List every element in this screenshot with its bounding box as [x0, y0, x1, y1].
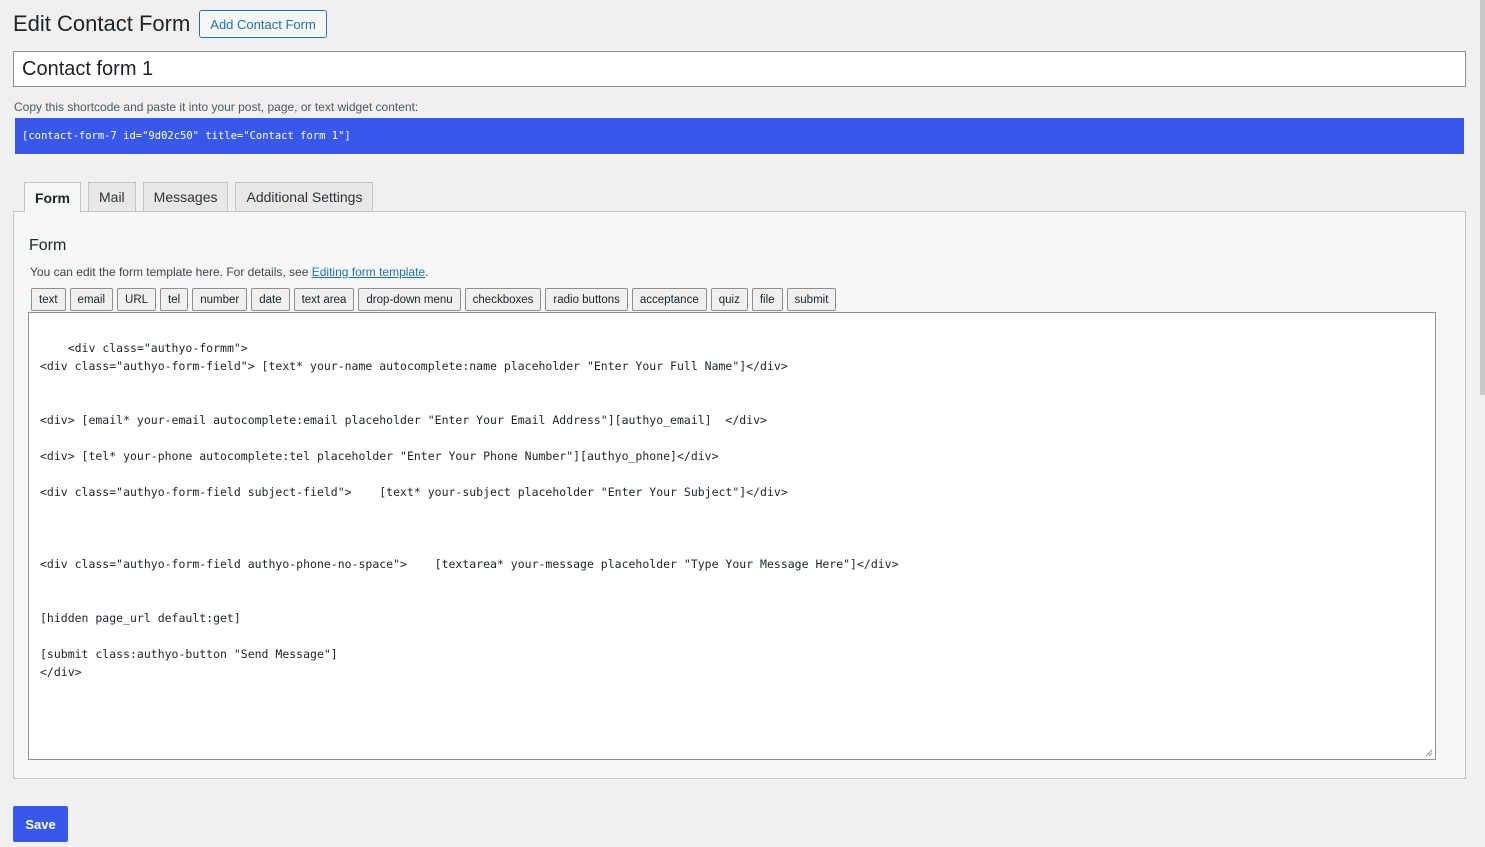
- tab-form[interactable]: Form: [24, 182, 81, 213]
- tag-button-text-area[interactable]: text area: [293, 288, 355, 311]
- form-template-editor[interactable]: <div class="authyo-formm"> <div class="a…: [28, 312, 1436, 760]
- form-panel: Form You can edit the form template here…: [13, 211, 1466, 779]
- tag-button-number[interactable]: number: [192, 288, 248, 311]
- save-button[interactable]: Save: [13, 806, 68, 842]
- page-scrollbar[interactable]: [1480, 0, 1485, 395]
- tag-button-quiz[interactable]: quiz: [710, 288, 748, 311]
- editing-form-template-link[interactable]: Editing form template: [312, 265, 425, 279]
- tag-button-email[interactable]: email: [69, 288, 114, 311]
- panel-description-suffix: .: [425, 265, 429, 279]
- page-title: Edit Contact Form: [13, 11, 191, 36]
- tab-messages[interactable]: Messages: [142, 182, 229, 212]
- form-title-input[interactable]: Contact form 1: [13, 51, 1466, 87]
- tag-generator-buttons: text email URL tel number date text area…: [31, 288, 837, 311]
- shortcode-label: Copy this shortcode and paste it into yo…: [14, 100, 419, 114]
- tab-mail[interactable]: Mail: [88, 182, 136, 212]
- shortcode-field[interactable]: [contact-form-7 id="9d02c50" title="Cont…: [15, 118, 1464, 154]
- panel-title: Form: [29, 237, 67, 254]
- form-template-text: <div class="authyo-formm"> <div class="a…: [40, 341, 899, 679]
- panel-description: You can edit the form template here. For…: [30, 265, 428, 279]
- tag-button-text[interactable]: text: [31, 288, 66, 311]
- page-header: Edit Contact Form Add Contact Form: [13, 9, 327, 39]
- tab-additional-settings[interactable]: Additional Settings: [235, 182, 374, 212]
- tag-button-tel[interactable]: tel: [160, 288, 189, 311]
- tag-button-checkboxes[interactable]: checkboxes: [464, 288, 542, 311]
- tag-button-submit[interactable]: submit: [786, 288, 837, 311]
- tag-button-acceptance[interactable]: acceptance: [631, 288, 707, 311]
- tag-button-url[interactable]: URL: [117, 288, 157, 311]
- tag-button-drop-down-menu[interactable]: drop-down menu: [358, 288, 461, 311]
- tag-button-date[interactable]: date: [251, 288, 290, 311]
- tag-button-file[interactable]: file: [751, 288, 783, 311]
- editor-tabs: Form Mail Messages Additional Settings: [24, 182, 374, 213]
- resize-handle-icon[interactable]: [1425, 749, 1433, 757]
- tag-button-radio-buttons[interactable]: radio buttons: [545, 288, 628, 311]
- panel-description-text: You can edit the form template here. For…: [30, 265, 312, 279]
- add-contact-form-button[interactable]: Add Contact Form: [199, 10, 327, 38]
